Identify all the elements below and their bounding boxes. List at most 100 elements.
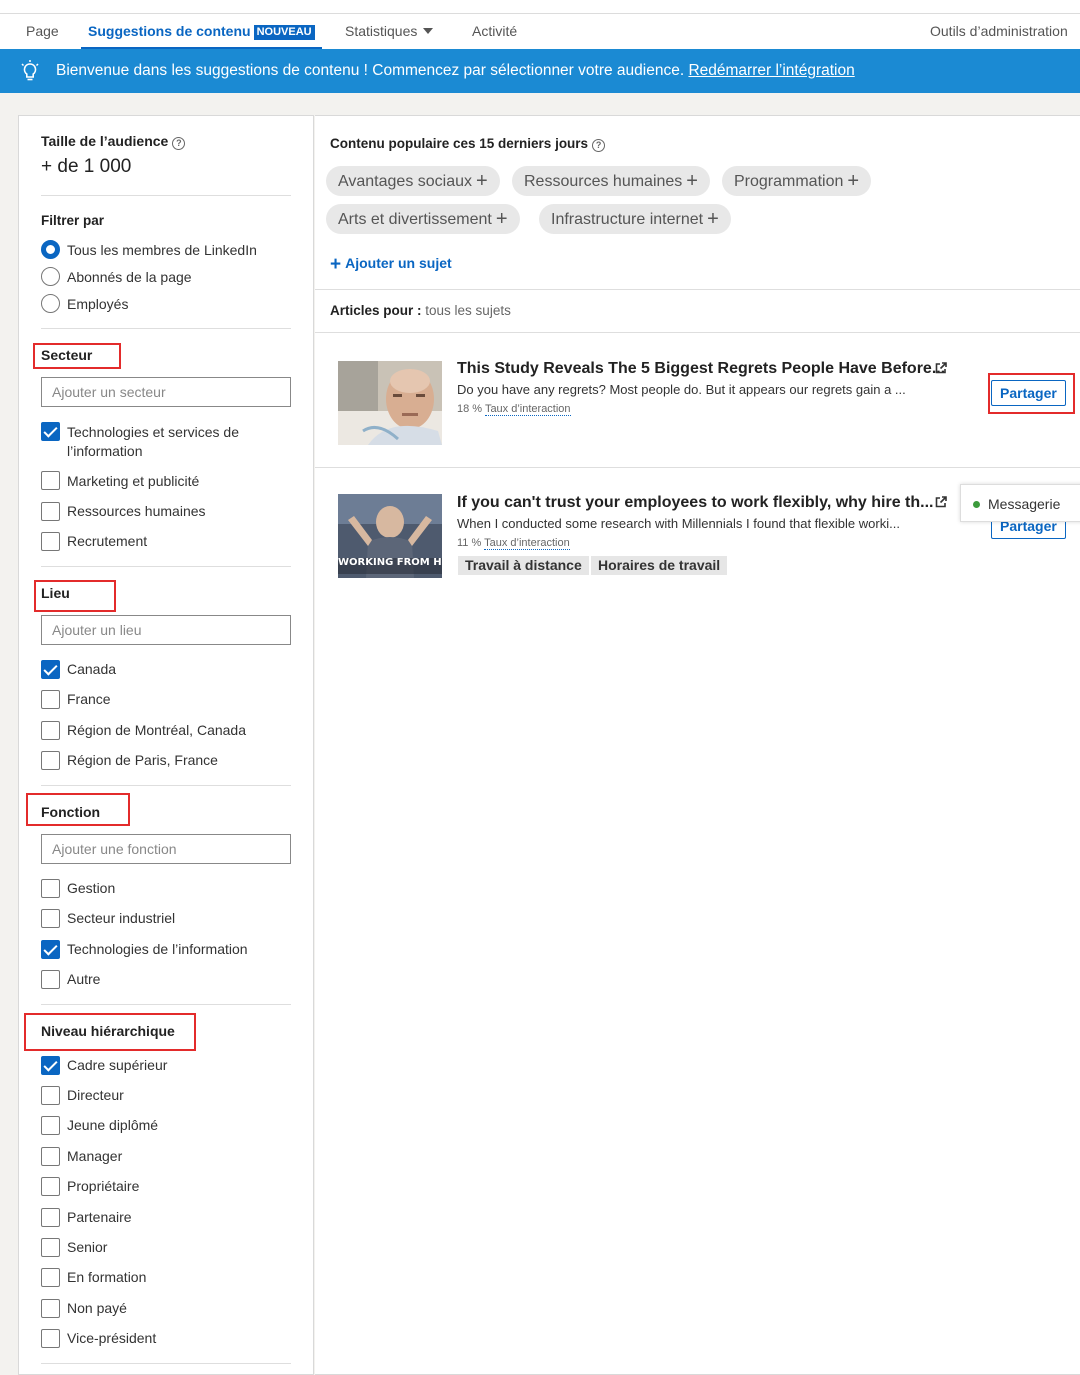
checkbox-partner-label: Partenaire: [67, 1209, 132, 1225]
engagement-rate-label[interactable]: Taux d’interaction: [484, 403, 571, 416]
add-topic-label: Ajouter un sujet: [345, 255, 452, 271]
page-nav: Page Suggestions de contenu NOUVEAU Stati…: [0, 14, 1080, 68]
engagement-rate-value: 11 %: [457, 537, 482, 549]
help-icon[interactable]: ?: [172, 137, 186, 150]
engagement-rate-label[interactable]: Taux d’interaction: [484, 537, 570, 550]
checkbox-recruiting-label: Recrutement: [67, 533, 148, 549]
article-title[interactable]: If you can't trust your employees to wor…: [457, 494, 934, 512]
engagement-rate: 18 % Taux d’interaction: [457, 403, 571, 416]
checkbox-director-label: Directeur: [67, 1087, 124, 1103]
article-title[interactable]: This Study Reveals The 5 Biggest Regrets…: [457, 360, 945, 378]
share-button[interactable]: Partager: [991, 380, 1066, 406]
new-badge: NOUVEAU: [253, 25, 315, 40]
checkbox-canada[interactable]: [41, 660, 60, 679]
checkbox-partner[interactable]: [41, 1208, 60, 1227]
help-icon[interactable]: ?: [592, 139, 606, 152]
content-panel: Contenu populaire ces 15 derniers jours?…: [315, 115, 1080, 1375]
function-input[interactable]: Ajouter une fonction: [41, 834, 291, 864]
external-link-icon[interactable]: [935, 362, 947, 374]
article-description: Do you have any regrets? Most people do.…: [457, 382, 906, 397]
checkbox-marketing-label: Marketing et publicité: [67, 473, 200, 489]
checkbox-management-label: Gestion: [67, 880, 116, 896]
tab-content-suggestions-label: Suggestions de contenu: [88, 23, 251, 39]
checkbox-other[interactable]: [41, 970, 60, 989]
radio-all-members-label: Tous les membres de LinkedIn: [67, 242, 257, 258]
topic-chip[interactable]: Programmation +: [722, 166, 872, 196]
checkbox-paris[interactable]: [41, 751, 60, 770]
audience-size-value: + de 1 000: [41, 156, 132, 177]
audience-size-text: Taille de l’audience: [41, 133, 169, 149]
articles-for-prefix: Articles pour :: [330, 303, 422, 318]
banner-text: Bienvenue dans les suggestions de conten…: [56, 62, 685, 79]
radio-employees[interactable]: [41, 294, 60, 313]
checkbox-training[interactable]: [41, 1268, 60, 1287]
checkbox-marketing[interactable]: [41, 471, 60, 490]
checkbox-senior-executive[interactable]: [41, 1056, 60, 1075]
divider: [41, 566, 291, 567]
top-border: [0, 0, 1080, 14]
divider: [315, 467, 1080, 468]
sector-input[interactable]: Ajouter un secteur: [41, 377, 291, 407]
radio-page-followers[interactable]: [41, 267, 60, 286]
engagement-rate-value: 18 %: [457, 403, 483, 415]
admin-tools-menu[interactable]: Outils d’administration: [930, 14, 1080, 68]
filter-by-label: Filtrer par: [41, 213, 105, 228]
topic-chip[interactable]: Avantages sociaux +: [326, 166, 500, 196]
divider: [41, 195, 291, 196]
checkbox-vice-president[interactable]: [41, 1329, 60, 1348]
topic-chip-label: Arts et divertissement: [338, 211, 492, 228]
articles-for-label: Articles pour : tous les sujets: [330, 303, 511, 318]
tab-content-suggestions[interactable]: Suggestions de contenu NOUVEAU: [81, 14, 322, 49]
add-topic-button[interactable]: + Ajouter un sujet: [330, 254, 452, 276]
checkbox-training-label: En formation: [67, 1269, 147, 1285]
checkbox-senior[interactable]: [41, 1238, 60, 1257]
plus-icon: +: [686, 170, 698, 192]
topic-chip[interactable]: Infrastructure internet +: [539, 204, 731, 234]
tab-statistics[interactable]: Statistiques: [345, 14, 434, 49]
topic-chip[interactable]: Arts et divertissement +: [326, 204, 520, 234]
checkbox-hr[interactable]: [41, 502, 60, 521]
filter-panel: Taille de l’audience? + de 1 000 Filtrer…: [18, 115, 314, 1375]
checkbox-tech-services-label: Technologies et services de l’information: [67, 423, 239, 461]
plus-icon: +: [707, 208, 719, 230]
checkbox-tech-services[interactable]: [41, 422, 60, 441]
checkbox-unpaid[interactable]: [41, 1299, 60, 1318]
checkbox-manager[interactable]: [41, 1147, 60, 1166]
topic-chip-label: Ressources humaines: [524, 173, 683, 190]
messaging-popup[interactable]: Messagerie: [960, 484, 1080, 522]
checkbox-manager-label: Manager: [67, 1148, 123, 1164]
restart-onboarding-link[interactable]: Redémarrer l’intégration: [688, 62, 854, 79]
plus-icon: +: [330, 254, 342, 275]
topic-chip[interactable]: Ressources humaines +: [512, 166, 710, 196]
messaging-label: Messagerie: [988, 496, 1061, 512]
checkbox-recruiting[interactable]: [41, 532, 60, 551]
article-image: [338, 361, 442, 445]
checkbox-tech-services-label-line2: l’information: [67, 443, 143, 459]
function-title: Fonction: [41, 804, 101, 820]
checkbox-entry-level[interactable]: [41, 1116, 60, 1135]
checkbox-montreal[interactable]: [41, 721, 60, 740]
seniority-title: Niveau hiérarchique: [41, 1023, 175, 1039]
checkbox-it-label: Technologies de l’information: [67, 941, 248, 957]
radio-all-members[interactable]: [41, 240, 60, 259]
checkbox-france[interactable]: [41, 690, 60, 709]
tab-activity[interactable]: Activité: [472, 14, 517, 49]
tab-page[interactable]: Page: [26, 14, 59, 49]
location-input[interactable]: Ajouter un lieu: [41, 615, 291, 645]
checkbox-industrial[interactable]: [41, 909, 60, 928]
article-thumbnail[interactable]: WORKING FROM HOME: [338, 494, 442, 578]
admin-tools-label: Outils d’administration: [930, 23, 1068, 39]
article-tag[interactable]: Travail à distance: [458, 556, 589, 575]
external-link-icon[interactable]: [935, 496, 947, 508]
checkbox-owner[interactable]: [41, 1177, 60, 1196]
checkbox-director[interactable]: [41, 1086, 60, 1105]
checkbox-it[interactable]: [41, 940, 60, 959]
divider: [41, 785, 291, 786]
checkbox-tech-services-label-line1: Technologies et services de: [67, 424, 239, 440]
checkbox-canada-label: Canada: [67, 661, 117, 677]
checkbox-industrial-label: Secteur industriel: [67, 910, 176, 926]
article-tag[interactable]: Horaires de travail: [591, 556, 728, 575]
article-thumbnail[interactable]: [338, 361, 442, 445]
divider: [315, 289, 1080, 290]
checkbox-management[interactable]: [41, 879, 60, 898]
